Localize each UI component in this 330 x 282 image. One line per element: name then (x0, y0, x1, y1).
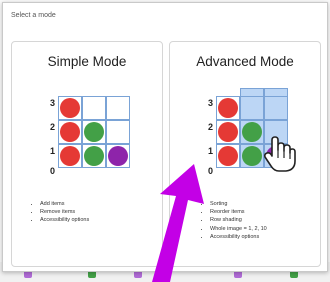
grid-cell (240, 120, 264, 144)
grid-cell (58, 96, 82, 120)
feature-item: Reorder items (210, 208, 267, 216)
green-dot (242, 146, 262, 166)
grid-cell (58, 144, 82, 168)
feature-item: Whole image = 1, 2, 10 (210, 225, 267, 233)
red-dot (60, 146, 80, 166)
grid-cell (216, 120, 240, 144)
grid-cell (82, 120, 106, 144)
feature-list: Sorting Reorder items Row shading Whole … (200, 200, 267, 241)
red-dot (218, 122, 238, 142)
column-highlight (264, 88, 288, 96)
grid-cell (58, 120, 82, 144)
hand-cursor-icon (263, 136, 296, 172)
green-dot (84, 146, 104, 166)
y-axis-label: 0 (49, 166, 55, 176)
dialog-title: Select a mode (11, 12, 56, 19)
y-axis-label: 2 (207, 122, 213, 132)
grid-cell (106, 96, 130, 120)
red-dot (60, 122, 80, 142)
feature-item: Remove items (40, 208, 89, 216)
grid-cell (82, 144, 106, 168)
red-dot (218, 146, 238, 166)
column-highlight (240, 88, 264, 96)
red-dot (218, 98, 238, 118)
grid-cell (216, 144, 240, 168)
item-grid (58, 96, 130, 168)
grid-cell (106, 120, 130, 144)
y-axis-label: 3 (49, 98, 55, 108)
purple-dot (108, 146, 128, 166)
grid-cell (106, 144, 130, 168)
grid-cell (240, 144, 264, 168)
feature-item: Accessibility options (40, 216, 89, 224)
green-dot (84, 122, 104, 142)
feature-list: Add items Remove items Accessibility opt… (30, 200, 89, 225)
card-title: Advanced Mode (196, 54, 294, 69)
grid-cell (82, 96, 106, 120)
y-axis-label: 1 (49, 146, 55, 156)
card-title: Simple Mode (47, 54, 127, 69)
red-dot (60, 98, 80, 118)
grid-cell (216, 96, 240, 120)
y-axis-label: 3 (207, 98, 213, 108)
feature-item: Row shading (210, 216, 267, 224)
grid-cell (240, 96, 264, 120)
simple-mode-card[interactable]: Simple Mode 3 2 1 0 Add items Remove ite… (11, 41, 163, 267)
feature-item: Add items (40, 200, 89, 208)
feature-item: Accessibility options (210, 233, 267, 241)
y-axis-label: 2 (49, 122, 55, 132)
feature-item: Sorting (210, 200, 267, 208)
y-axis-label: 1 (207, 146, 213, 156)
grid-cell (264, 96, 288, 120)
arrow-pointer (152, 164, 204, 282)
green-dot (242, 122, 262, 142)
